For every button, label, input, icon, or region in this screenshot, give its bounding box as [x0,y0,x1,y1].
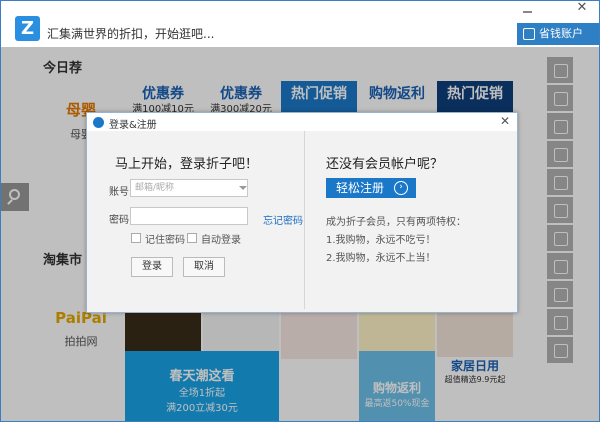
register-panel: 还没有会员帐户呢？ 轻松注册 › 成为折子会员，只有两项特权： 1.我购物，永远… [306,131,516,309]
register-button-label: 轻松注册 [336,181,385,195]
window-close-button[interactable]: ✕ [573,1,591,15]
login-button[interactable]: 登录 [131,257,173,277]
login-heading: 马上开始，登录折子吧！ [115,157,259,172]
dialog-close-button[interactable]: ✕ [498,114,512,128]
wallet-icon [523,28,535,40]
app-logo-icon: Z [15,16,40,41]
register-perk-2: 2.我购物，永远不上当！ [326,253,436,264]
forgot-password-link[interactable]: 忘记密码 [263,212,303,227]
dialog-title-bar: 登录&注册 ✕ [87,113,517,131]
dialog-logo-icon [93,117,104,128]
register-button[interactable]: 轻松注册 › [326,178,416,198]
title-bar: Z 汇集满世界的折扣，开始逛吧... ✕ 省钱账户 [1,1,599,47]
dialog-title: 登录&注册 [109,120,157,131]
minimize-button[interactable] [521,5,535,15]
arrow-right-icon: › [394,181,408,195]
login-register-dialog: 登录&注册 ✕ 马上开始，登录折子吧！ 账号： 邮箱/昵称 密码： 忘记密码 记… [86,112,518,313]
chevron-down-icon[interactable] [239,186,247,190]
wallet-label: 省钱账户 [539,27,583,40]
remember-password-label: 记住密码 [145,235,185,246]
register-perk-1: 1.我购物，永远不吃亏！ [326,235,436,246]
login-panel: 马上开始，登录折子吧！ 账号： 邮箱/昵称 密码： 忘记密码 记住密码 自动登录… [93,135,303,309]
register-intro: 成为折子会员，只有两项特权： [326,217,466,228]
auto-login-checkbox[interactable] [187,233,197,243]
remember-password-checkbox[interactable] [131,233,141,243]
app-title: 汇集满世界的折扣，开始逛吧... [47,27,215,41]
password-input[interactable] [130,207,248,225]
register-heading: 还没有会员帐户呢？ [326,157,444,172]
account-input[interactable]: 邮箱/昵称 [130,179,248,197]
app-window: Z 汇集满世界的折扣，开始逛吧... ✕ 省钱账户 今日荐 淘集市 母婴 母婴 … [0,0,600,422]
auto-login-label: 自动登录 [201,235,241,246]
wallet-account-button[interactable]: 省钱账户 [517,23,599,45]
cancel-button[interactable]: 取消 [183,257,225,277]
dialog-divider [304,131,305,309]
